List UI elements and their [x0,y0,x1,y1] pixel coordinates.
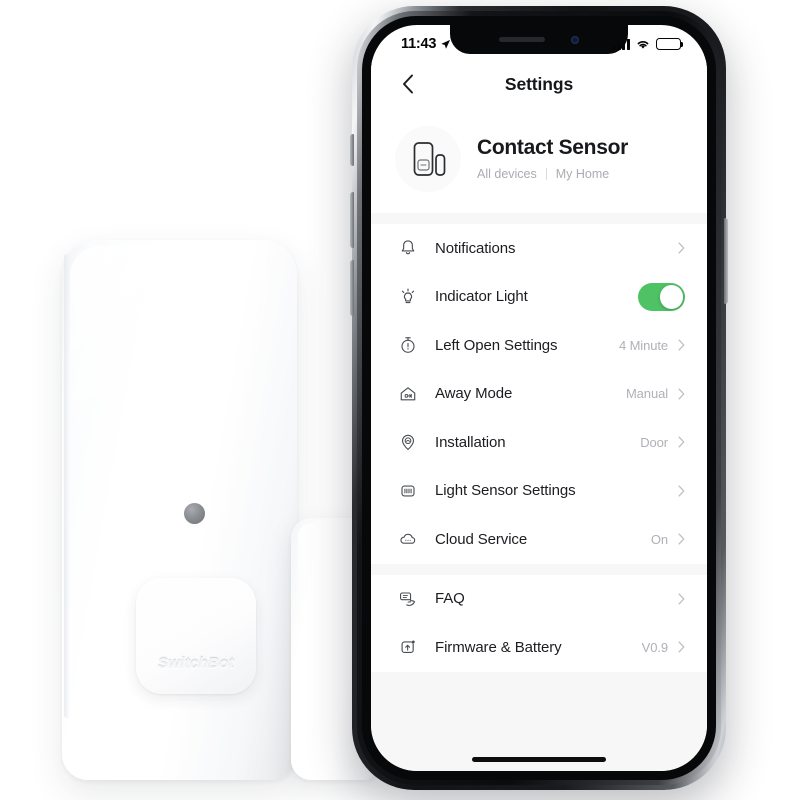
row-value: Door [640,434,668,450]
section-divider-2 [371,563,707,575]
body-gloss-highlight [70,246,211,506]
body-left-edge-highlight [64,254,70,719]
row-label: Installation [435,433,506,451]
row-label: Indicator Light [435,288,528,306]
chevron-right-icon [678,388,685,400]
settings-row-light-sensor-settings[interactable]: Light Sensor Settings [371,466,707,515]
settings-row-left-open-settings[interactable]: Left Open Settings 4 Minute [371,321,707,370]
settings-row-installation[interactable]: Installation Door [371,418,707,467]
location-arrow-icon [441,39,451,49]
row-value: Manual [625,386,668,402]
row-label: Left Open Settings [435,336,558,354]
settings-row-cloud-service[interactable]: Cloud Service On [371,515,707,564]
row-label: Away Mode [435,385,513,403]
settings-row-firmware-battery[interactable]: Firmware & Battery V0.9 [371,623,707,672]
status-led-indicator [184,503,205,524]
row-label: Firmware & Battery [435,638,562,656]
status-bar: 11:43 [371,25,707,59]
section-divider-1 [371,213,707,224]
chevron-right-icon [678,485,685,497]
magnet-gloss-highlight [298,524,346,629]
phone-screen: 11:43 Settings Contact Sensor All device… [371,25,707,771]
row-value: 4 Minute [618,337,668,353]
chevron-right-icon [678,436,685,448]
chevron-right-icon [678,339,685,351]
device-meta-all-devices: All devices [477,167,537,182]
settings-group-support: FAQ Firmware & Battery V0.9 [371,574,707,672]
row-value: V0.9 [641,639,668,655]
status-bar-right [613,38,684,50]
device-name: Contact Sensor [477,135,628,159]
row-label: Notifications [435,239,516,257]
chevron-right-icon [678,641,685,653]
status-bar-left: 11:43 [401,36,451,52]
row-label: Cloud Service [435,530,528,548]
light-sensor-icon [395,478,421,504]
faq-document-icon [395,586,421,612]
device-meta-home: My Home [555,167,610,182]
lightbulb-icon [395,284,421,310]
contact-sensor-icon [395,126,461,192]
settings-row-away-mode[interactable]: Away Mode Manual [371,369,707,418]
home-indicator[interactable] [472,757,606,762]
contact-sensor-main-body [62,240,297,780]
indicator-light-toggle[interactable] [638,283,685,311]
settings-row-notifications[interactable]: Notifications [371,224,707,273]
meta-separator [545,168,547,181]
cloud-icon [395,526,421,552]
settings-content: Contact Sensor All devices My Home Notif… [371,109,707,771]
toggle-knob [659,285,683,309]
settings-row-faq[interactable]: FAQ [371,574,707,623]
switchbot-brand-label: SwitchBot [157,655,235,672]
silent-switch-button[interactable] [350,134,354,166]
device-front-button: SwitchBot [136,578,256,694]
house-away-icon [395,381,421,407]
device-meta: All devices My Home [477,167,628,181]
cellular-signal-icon [613,38,630,50]
chevron-right-icon [678,533,685,545]
volume-up-button[interactable] [350,192,354,248]
page-title: Settings [504,73,574,94]
chevron-right-icon [678,593,685,605]
location-pin-icon [395,429,421,455]
navigation-bar: Settings [371,59,707,109]
device-header[interactable]: Contact Sensor All devices My Home [371,109,707,213]
settings-group-main: Notifications Indicator Light Left Open … [371,224,707,564]
smartphone-mockup: 11:43 Settings Contact Sensor All device… [350,6,728,790]
status-time-text: 11:43 [401,36,437,52]
battery-icon [656,38,684,50]
bell-icon [395,235,421,261]
firmware-upload-icon [395,634,421,660]
row-label: Light Sensor Settings [435,482,576,500]
row-value: On [650,531,668,547]
product-and-app-scene: SwitchBot 11:43 Settings Contact Sensor … [0,0,800,800]
device-text-block: Contact Sensor All devices My Home [477,135,628,183]
device-header-card[interactable]: Contact Sensor All devices My Home [371,109,707,213]
stopwatch-icon [395,332,421,358]
chevron-right-icon [678,242,685,254]
volume-down-button[interactable] [350,260,354,316]
wifi-icon [637,41,649,49]
row-label: FAQ [435,590,465,608]
power-button[interactable] [724,218,728,304]
settings-row-indicator-light[interactable]: Indicator Light [371,272,707,321]
